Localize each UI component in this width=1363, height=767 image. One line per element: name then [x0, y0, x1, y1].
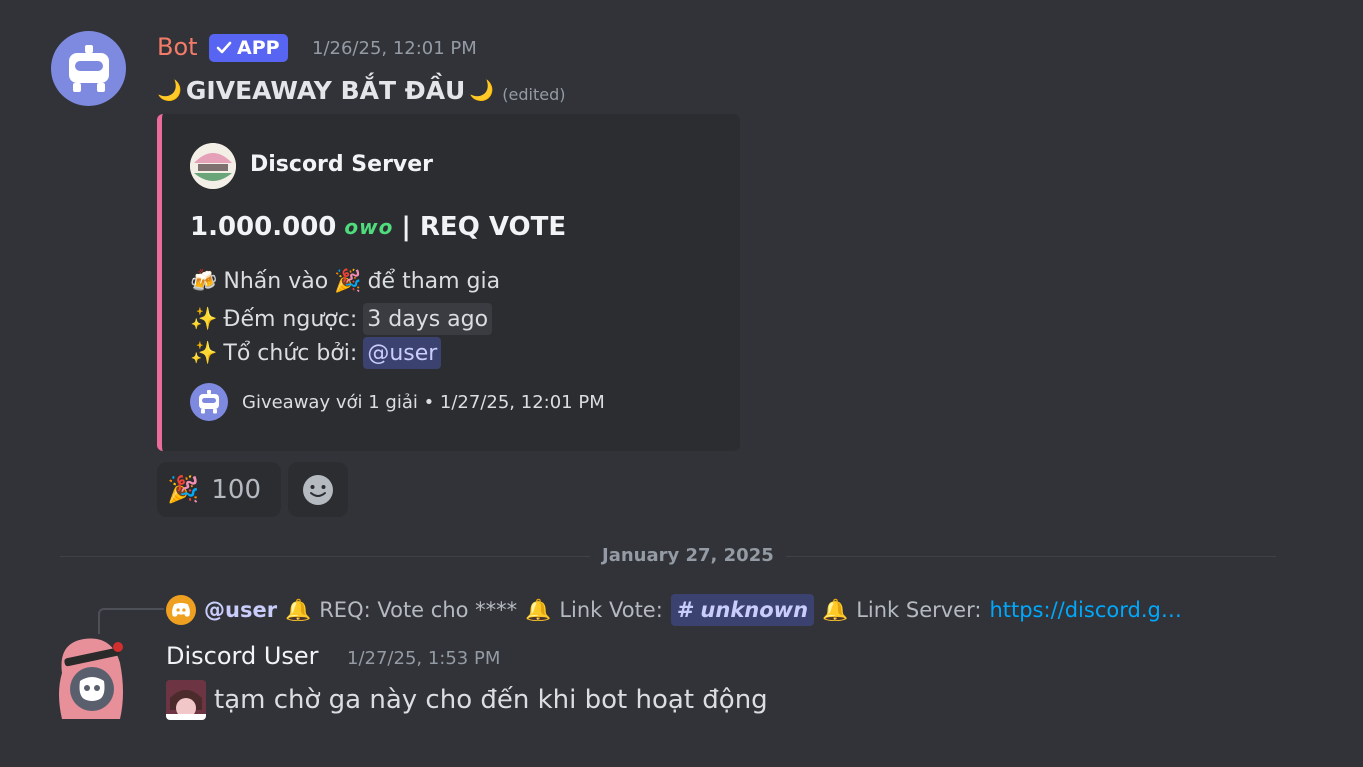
party-popper-icon: 🎉	[167, 474, 200, 505]
user-mention[interactable]: @user	[363, 337, 442, 369]
sticker-emoji-icon	[166, 680, 206, 720]
app-badge-label: APP	[237, 37, 280, 59]
embed-line-host: ✨ Tổ chức bởi: @user	[190, 337, 442, 369]
channel-name: unknown	[700, 598, 809, 622]
sparkle-hand-icon: ✨	[190, 306, 218, 332]
beer-mugs-icon: 🍻	[190, 269, 218, 294]
bell-emoji-icon: 🔔	[285, 597, 312, 622]
add-reaction-button[interactable]	[288, 462, 348, 517]
giveaway-title: GIVEAWAY BẮT ĐẦU	[185, 75, 466, 105]
message-content: 🌙 GIVEAWAY BẮT ĐẦU 🌙 (edited)	[157, 70, 565, 110]
giveaway-embed: Discord Server 1.000.000 owo | REQ VOTE …	[157, 114, 740, 451]
bell-emoji-icon: 🔔	[525, 597, 552, 622]
message-text: tạm chờ ga này cho đến khi bot hoạt động	[214, 685, 768, 715]
server-link[interactable]: https://discord.g…	[989, 598, 1181, 622]
checkmark-icon	[216, 41, 232, 54]
bell-emoji-icon: 🔔	[822, 597, 849, 622]
join-text-a: Nhấn vào	[223, 269, 329, 294]
message-content: tạm chờ ga này cho đến khi bot hoạt động	[166, 680, 768, 720]
join-text-b: để tham gia	[367, 269, 501, 294]
prize-amount: 1.000.000	[190, 212, 337, 242]
reply-spine	[98, 608, 164, 634]
reaction-party-popper[interactable]: 🎉 100	[157, 462, 281, 517]
countdown-label: Đếm ngược:	[223, 306, 358, 332]
embed-footer: Giveaway với 1 giải • 1/27/25, 12:01 PM	[190, 383, 605, 421]
footer-text: Giveaway với 1 giải • 1/27/25, 12:01 PM	[242, 391, 605, 413]
channel-mention[interactable]: # unknown	[670, 594, 815, 626]
reply-username[interactable]: @user	[204, 598, 277, 622]
edited-label: (edited)	[502, 84, 566, 104]
countdown-timestamp[interactable]: 3 days ago	[363, 303, 493, 335]
moon-sparkle-emoji-icon: 🌙	[157, 78, 182, 102]
app-badge: APP	[209, 34, 288, 62]
embed-title-suffix: | REQ VOTE	[401, 212, 567, 242]
smiley-icon	[303, 474, 333, 505]
reply-req: REQ: Vote cho ****	[319, 598, 518, 622]
server-icon[interactable]	[190, 143, 236, 189]
party-popper-icon: 🎉	[334, 269, 362, 294]
discord-logo-icon	[166, 595, 196, 625]
robot-icon	[190, 383, 228, 421]
reply-link-vote-label: Link Vote:	[559, 598, 663, 622]
hash-icon: #	[676, 598, 695, 622]
embed-author-name[interactable]: Discord Server	[250, 152, 433, 177]
user-avatar[interactable]	[54, 633, 129, 719]
host-label: Tổ chức bởi:	[223, 340, 358, 366]
reaction-count: 100	[211, 474, 262, 505]
reply-preview[interactable]: @user 🔔 REQ: Vote cho **** 🔔 Link Vote: …	[166, 594, 1246, 626]
reply-link-server-label: Link Server:	[856, 598, 982, 622]
moon-sparkle-emoji-icon: 🌙	[469, 78, 495, 102]
user-username[interactable]: Discord User	[166, 642, 319, 670]
embed-line-join: 🍻 Nhấn vào 🎉 để tham gia	[190, 269, 500, 294]
robot-icon	[68, 44, 109, 92]
sparkle-hand-icon: ✨	[190, 340, 218, 366]
bot-avatar[interactable]	[51, 31, 126, 106]
owo-emoji: owo	[344, 215, 394, 239]
message-timestamp[interactable]: 1/26/25, 12:01 PM	[312, 38, 477, 59]
message-timestamp[interactable]: 1/27/25, 1:53 PM	[347, 648, 500, 669]
embed-title: 1.000.000 owo | REQ VOTE	[190, 212, 566, 242]
embed-line-countdown: ✨ Đếm ngược: 3 days ago	[190, 303, 493, 335]
bot-username[interactable]: Bot	[157, 33, 198, 61]
date-divider-label: January 27, 2025	[590, 545, 786, 566]
